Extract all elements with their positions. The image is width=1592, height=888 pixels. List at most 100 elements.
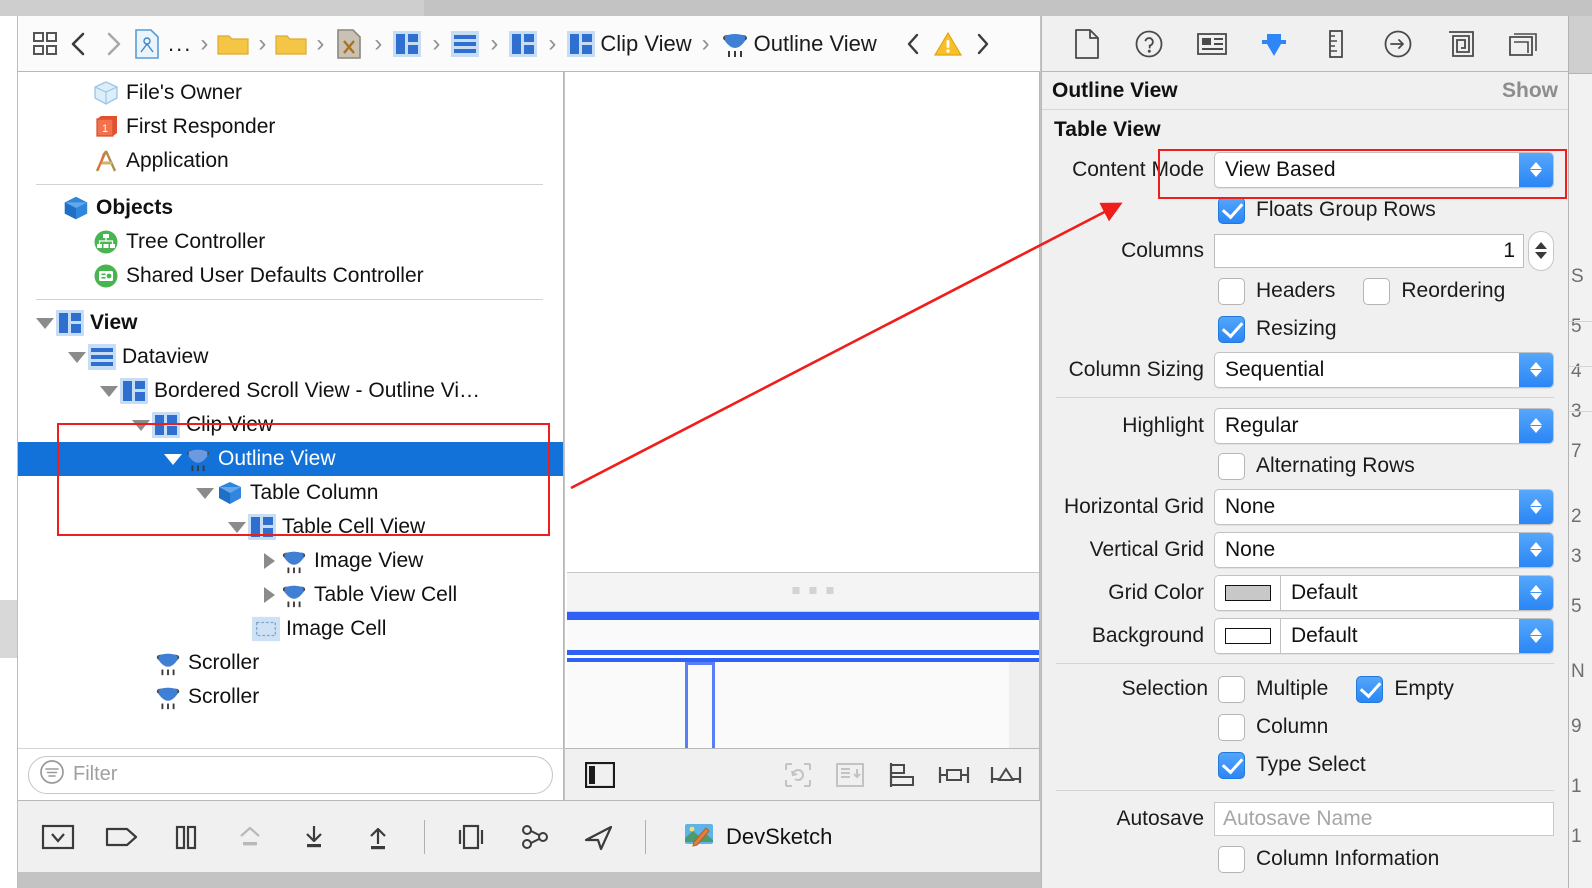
attributes-inspector-tab[interactable] — [1252, 24, 1296, 64]
outline-row-image-view[interactable]: Image View — [18, 544, 563, 578]
crumb-label-clip-view[interactable]: Clip View — [598, 31, 693, 57]
type-select-checkbox[interactable] — [1218, 751, 1245, 779]
embed-in-icon[interactable] — [833, 759, 867, 791]
disclosure-triangle-closed[interactable] — [258, 587, 280, 603]
background-swatch[interactable] — [1215, 618, 1281, 653]
crumb-ellipsis[interactable]: ... — [164, 31, 192, 57]
filter-input[interactable]: Filter — [28, 755, 553, 794]
grid-color-popup[interactable]: Default — [1214, 574, 1554, 611]
align-icon[interactable] — [885, 759, 919, 791]
hide-debug-area-icon[interactable] — [40, 819, 76, 855]
selection-empty-checkbox[interactable] — [1356, 675, 1384, 703]
location-simulate-icon[interactable] — [581, 819, 617, 855]
alternating-rows-checkbox[interactable] — [1218, 452, 1245, 480]
quick-help-tab[interactable] — [1127, 24, 1171, 64]
outline-row-clip-view[interactable]: Clip View — [18, 408, 563, 442]
folder-icon[interactable] — [216, 27, 250, 61]
outline-row-first-responder[interactable]: 1 First Responder — [18, 110, 563, 144]
columns-input[interactable]: 1 — [1214, 233, 1524, 268]
table-rows-icon-1[interactable] — [448, 27, 482, 61]
storyboard-doc-icon[interactable] — [130, 27, 164, 61]
forward-chevron-icon[interactable] — [96, 27, 130, 61]
column-sizing-popup[interactable]: Sequential — [1214, 351, 1554, 388]
view-effects-tab[interactable] — [1501, 24, 1545, 64]
canvas-outline-view-preview[interactable] — [567, 572, 1039, 748]
disclosure-triangle-open[interactable] — [162, 453, 184, 465]
interface-builder-canvas[interactable] — [565, 72, 1040, 748]
inspector-show-button[interactable]: Show — [1502, 79, 1558, 103]
outline-row-shared-user-defaults-controller[interactable]: Shared User Defaults Controller — [18, 259, 563, 293]
content-mode-popup[interactable]: View Based — [1214, 151, 1554, 188]
label-tag-icon[interactable] — [104, 819, 140, 855]
back-chevron-icon[interactable] — [62, 27, 96, 61]
update-frames-icon[interactable] — [781, 759, 815, 791]
outline-row-bordered-scroll-view[interactable]: Bordered Scroll View - Outline Vi… — [18, 374, 563, 408]
gutter-scroll-indicator[interactable] — [0, 600, 17, 658]
resolve-issues-icon[interactable] — [989, 759, 1023, 791]
content-mode-chevrons-icon[interactable] — [1519, 152, 1553, 187]
step-out-icon[interactable] — [360, 819, 396, 855]
outline-row-outline-view[interactable]: Outline View — [18, 442, 563, 476]
disclosure-triangle-open[interactable] — [226, 521, 248, 533]
document-outline-panel[interactable]: File's Owner 1 First Responder Applicati… — [18, 72, 564, 748]
outline-row-objects[interactable]: Objects — [18, 191, 563, 225]
disclosure-triangle-closed[interactable] — [258, 553, 280, 569]
headers-checkbox[interactable] — [1218, 277, 1245, 305]
grid-color-chevrons-icon[interactable] — [1519, 575, 1553, 610]
view-debug-icon[interactable] — [453, 819, 489, 855]
disclosure-triangle-open[interactable] — [34, 317, 56, 329]
file-inspector-tab[interactable] — [1065, 24, 1109, 64]
document-outline-toggle-icon[interactable] — [583, 759, 617, 791]
crumb-label-outline-view[interactable]: Outline View — [752, 31, 879, 57]
background-popup[interactable]: Default — [1214, 617, 1554, 654]
pause-icon[interactable] — [168, 819, 204, 855]
grid-color-swatch[interactable] — [1215, 575, 1281, 610]
debug-app-crumb[interactable]: DevSketch — [684, 820, 832, 853]
autosave-input[interactable]: Autosave Name — [1214, 801, 1554, 836]
resizing-checkbox[interactable] — [1218, 315, 1245, 343]
step-into-icon[interactable] — [296, 819, 332, 855]
step-over-icon[interactable] — [232, 819, 268, 855]
issue-prev-icon[interactable] — [897, 27, 931, 61]
connections-inspector-tab[interactable] — [1376, 24, 1420, 64]
background-chevrons-icon[interactable] — [1519, 618, 1553, 653]
horizontal-grid-chevrons-icon[interactable] — [1519, 489, 1553, 524]
split-view-icon-2[interactable] — [506, 27, 540, 61]
outline-row-view[interactable]: View — [18, 306, 563, 340]
folder-icon-2[interactable] — [274, 27, 308, 61]
identity-inspector-tab[interactable] — [1190, 24, 1234, 64]
related-items-icon[interactable] — [28, 27, 62, 61]
vertical-grid-chevrons-icon[interactable] — [1519, 532, 1553, 567]
disclosure-triangle-open[interactable] — [98, 385, 120, 397]
outline-view-icon[interactable] — [718, 27, 752, 61]
memory-graph-icon[interactable] — [517, 819, 553, 855]
outline-row-dataview[interactable]: Dataview — [18, 340, 563, 374]
outline-row-image-cell[interactable]: Image Cell — [18, 612, 563, 646]
outline-row-table-view-cell[interactable]: Table View Cell — [18, 578, 563, 612]
column-information-checkbox[interactable] — [1218, 845, 1245, 873]
selection-column-checkbox[interactable] — [1218, 713, 1245, 741]
column-sizing-chevrons-icon[interactable] — [1519, 352, 1553, 387]
outline-row-application[interactable]: Application — [18, 144, 563, 178]
highlight-chevrons-icon[interactable] — [1519, 408, 1553, 443]
disclosure-triangle-open[interactable] — [66, 351, 88, 363]
columns-stepper[interactable] — [1528, 230, 1554, 271]
outline-row-files-owner[interactable]: File's Owner — [18, 76, 563, 110]
selection-multiple-checkbox[interactable] — [1218, 675, 1245, 703]
xib-doc-icon[interactable] — [332, 27, 366, 61]
disclosure-triangle-open[interactable] — [194, 487, 216, 499]
bindings-inspector-tab[interactable] — [1439, 24, 1483, 64]
horizontal-grid-popup[interactable]: None — [1214, 488, 1554, 525]
split-view-icon-1[interactable] — [390, 27, 424, 61]
outline-row-table-column[interactable]: Table Column — [18, 476, 563, 510]
highlight-popup[interactable]: Regular — [1214, 407, 1554, 444]
warning-triangle-icon[interactable] — [931, 27, 965, 61]
pin-icon[interactable] — [937, 759, 971, 791]
size-inspector-tab[interactable] — [1314, 24, 1358, 64]
outline-row-scroller-1[interactable]: Scroller — [18, 646, 563, 680]
floats-group-rows-checkbox[interactable] — [1218, 196, 1245, 224]
disclosure-triangle-open[interactable] — [130, 419, 152, 431]
vertical-grid-popup[interactable]: None — [1214, 531, 1554, 568]
issue-next-icon[interactable] — [965, 27, 999, 61]
reordering-checkbox[interactable] — [1363, 277, 1391, 305]
